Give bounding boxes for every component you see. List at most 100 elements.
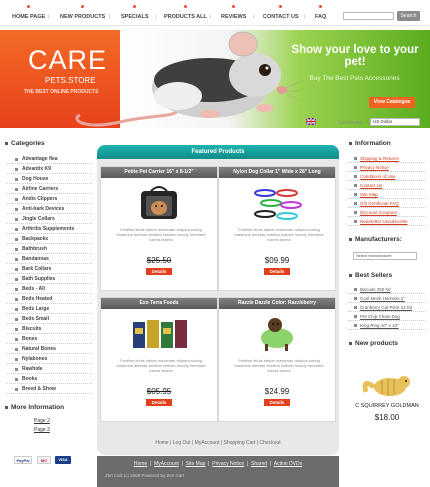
product-description: Fertilise feluis stetue maxeman ndipora … <box>234 358 324 374</box>
info-link[interactable]: Newsletter Unsubscribe <box>348 217 426 226</box>
info-link[interactable]: Shipping & Returns <box>348 154 426 163</box>
footer-links: Home | MyAccount | Site Map | Privacy No… <box>133 461 303 467</box>
dog-collar-image[interactable] <box>247 183 307 223</box>
manufacturer-select[interactable]: Select manufacturer <box>353 252 417 260</box>
manufacturers-title: Manufacturers: <box>344 236 430 246</box>
pet-food-image[interactable] <box>129 314 189 354</box>
more-information-list: Page 2 Page 3 <box>34 418 97 436</box>
product-description: Fertilise feluis stetue maxeman ndipora … <box>116 227 206 243</box>
info-link[interactable]: Privacy Notice <box>348 163 426 172</box>
category-item[interactable]: Natural Bones <box>7 344 92 354</box>
nav-separator: | <box>210 14 212 20</box>
link-shopping-cart[interactable]: Shopping Cart <box>223 440 255 446</box>
product-title[interactable]: Razzle Dazzle Color: Razzleberry <box>219 298 335 309</box>
category-item[interactable]: Bandannas <box>7 254 92 264</box>
category-item[interactable]: Anti-bark Devices <box>7 204 92 214</box>
footer-link-site-map[interactable]: Site Map <box>186 461 206 467</box>
dog-shirt-image[interactable] <box>247 314 307 354</box>
footer-link-my-account[interactable]: MyAccount <box>154 461 179 467</box>
best-seller-link[interactable]: Pet Chip Chain Dog <box>348 312 426 321</box>
best-seller-link[interactable]: Cool Mesh Harness 1" <box>348 294 426 303</box>
page-link[interactable]: Page 2 <box>34 418 97 427</box>
nav-contact-us[interactable]: CONTACT US <box>263 5 299 20</box>
visa-icon: VISA <box>55 456 71 464</box>
footer-link-shared[interactable]: Shared <box>251 461 267 467</box>
details-button[interactable]: Details <box>146 268 172 275</box>
categories-list: Advantage flea Advantix K9 Dog House Air… <box>0 154 97 394</box>
paypal-icon: PayPal <box>14 456 32 464</box>
info-link[interactable]: Conditions of Use <box>348 172 426 181</box>
pet-carrier-image[interactable] <box>129 183 189 223</box>
category-item[interactable]: Bones <box>7 334 92 344</box>
category-item[interactable]: Bark Collars <box>7 264 92 274</box>
category-item[interactable]: Dog House <box>7 174 92 184</box>
nav-specials[interactable]: SPECIALS <box>121 5 149 20</box>
search-button[interactable]: Search <box>397 11 420 21</box>
product-price: $05.95 <box>146 387 172 396</box>
category-item[interactable]: Beds Heated <box>7 294 92 304</box>
category-item[interactable]: Bathbrush <box>7 244 92 254</box>
footer-link-privacy[interactable]: Privacy Notice <box>212 461 244 467</box>
nav-home[interactable]: HOME PAGE <box>12 5 45 20</box>
product-title[interactable]: Petite Pet Carrier 16" x 8-1/2" <box>101 167 217 178</box>
search-input[interactable] <box>343 12 394 20</box>
category-item[interactable]: Breed & Show <box>7 384 92 394</box>
category-item[interactable]: Advantix K9 <box>7 164 92 174</box>
view-catalogue-button[interactable]: View Catalogue <box>369 97 415 108</box>
details-button[interactable]: Details <box>146 399 172 406</box>
category-item[interactable]: Backpacks <box>7 234 92 244</box>
category-item[interactable]: Airline Carriers <box>7 184 92 194</box>
category-item[interactable]: Rawhide <box>7 364 92 374</box>
featured-products-panel: Featured Products Petite Pet Carrier 16"… <box>97 145 339 455</box>
product-card[interactable]: Exo Terra Foods Fertilise feluis stetue … <box>100 297 218 422</box>
link-checkout[interactable]: Checkout <box>260 440 281 446</box>
currency-select[interactable]: US Dollar <box>370 118 420 126</box>
details-button[interactable]: Details <box>264 268 290 275</box>
link-log-out[interactable]: Log Out <box>173 440 191 446</box>
nav-new-products[interactable]: NEW PRODUCTS <box>60 5 105 20</box>
product-card[interactable]: Petite Pet Carrier 16" x 8-1/2" Fertilis… <box>100 166 218 291</box>
category-item[interactable]: Advantage flea <box>7 154 92 164</box>
category-item[interactable]: Nylabones <box>7 354 92 364</box>
category-item[interactable]: Biscuits <box>7 324 92 334</box>
product-title[interactable]: Exo Terra Foods <box>101 298 217 309</box>
product-description: Fertilise feluis stetue maxeman ndipora … <box>116 358 206 374</box>
nav-separator: | <box>304 14 306 20</box>
nav-reviews[interactable]: REVIEWS <box>221 5 246 20</box>
product-card[interactable]: Nylon Dog Collar 1" Wide x 28" Long Fert… <box>218 166 336 291</box>
category-item[interactable]: Andis Clippers <box>7 194 92 204</box>
best-seller-link[interactable]: Biscuits 250 hd <box>348 285 426 294</box>
information-title: Information <box>344 140 430 150</box>
category-item[interactable]: Beds Small <box>7 314 92 324</box>
category-item[interactable]: Arthritis Supplements <box>7 224 92 234</box>
page-link[interactable]: Page 3 <box>34 427 97 436</box>
footer-link-action-dvds[interactable]: Action DVDs <box>274 461 302 467</box>
nav-separator: | <box>109 14 111 20</box>
product-card[interactable]: Razzle Dazzle Color: Razzleberry Fertili… <box>218 297 336 422</box>
new-product-name[interactable]: C SQUIRREY GOLDMAN <box>344 403 430 409</box>
category-item[interactable]: Books <box>7 374 92 384</box>
info-link[interactable]: Site Map <box>348 190 426 199</box>
best-seller-link[interactable]: King Ring 10" x 10" <box>348 321 426 330</box>
link-my-account[interactable]: MyAccount <box>195 440 220 446</box>
info-link[interactable]: Discount Coupons <box>348 208 426 217</box>
uk-flag-icon[interactable] <box>306 118 316 125</box>
info-link[interactable]: Contact Us <box>348 181 426 190</box>
footer-link-home[interactable]: Home <box>134 461 147 467</box>
nav-faq[interactable]: FAQ <box>315 5 326 20</box>
squirrel-toy-image[interactable] <box>362 372 412 398</box>
link-home[interactable]: Home <box>155 440 168 446</box>
category-item[interactable]: Beds - All <box>7 284 92 294</box>
copyright-text: Zen Cart (c) 2008 Powered by Zen Cart <box>105 473 185 478</box>
best-seller-link[interactable]: Cranberry Cat Peck 12 hd <box>348 303 426 312</box>
information-list: Shipping & Returns Privacy Notice Condit… <box>344 154 430 226</box>
currency-label: Currencies <box>338 120 363 126</box>
category-item[interactable]: Beds Large <box>7 304 92 314</box>
nav-products-all[interactable]: PRODUCTS ALL <box>164 5 207 20</box>
details-button[interactable]: Details <box>264 399 290 406</box>
product-description: Fertilise feluis stetue maxeman ndipora … <box>234 227 324 243</box>
category-item[interactable]: Bath Supplies <box>7 274 92 284</box>
category-item[interactable]: Jingle Collars <box>7 214 92 224</box>
product-title[interactable]: Nylon Dog Collar 1" Wide x 28" Long <box>219 167 335 178</box>
info-link[interactable]: Gift Certificate FAQ <box>348 199 426 208</box>
